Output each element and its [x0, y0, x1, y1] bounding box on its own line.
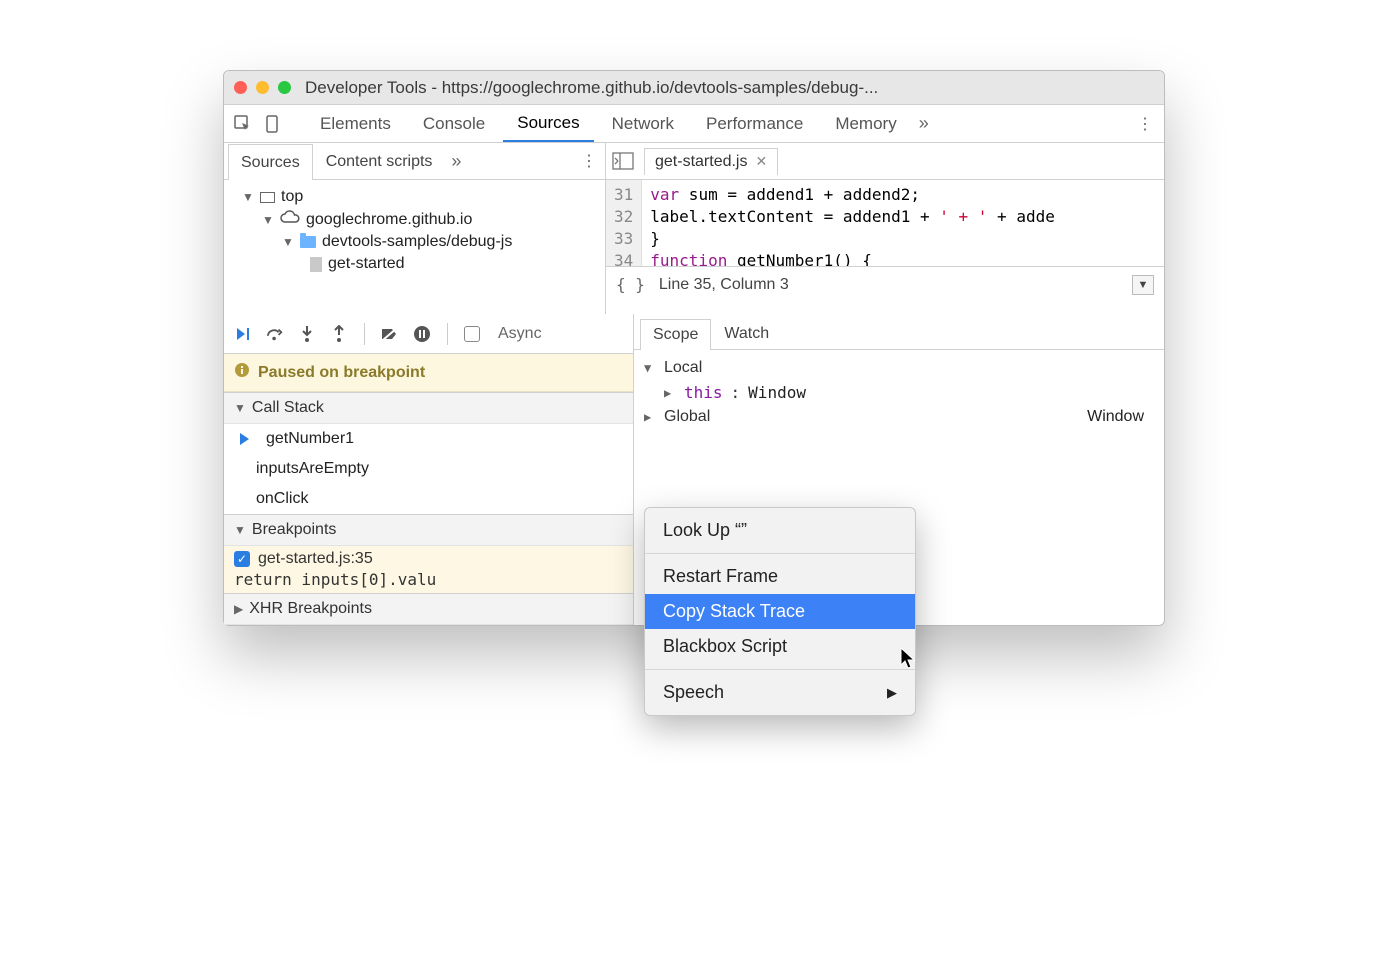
scope-global[interactable]: ▶Global Window: [644, 405, 1154, 429]
tab-scope[interactable]: Scope: [640, 319, 711, 350]
sources-header-row: Sources Content scripts » ⋮ get-started.…: [224, 143, 1164, 180]
toggle-navigator-icon[interactable]: [612, 152, 634, 170]
step-out-icon[interactable]: [330, 325, 348, 343]
tab-console[interactable]: Console: [409, 105, 499, 142]
status-dropdown-icon[interactable]: ▼: [1132, 275, 1154, 295]
scope-watch-tabs: Scope Watch: [634, 314, 1164, 350]
pretty-print-icon[interactable]: { }: [616, 275, 645, 294]
breakpoint-item[interactable]: ✓ get-started.js:35 return inputs[0].valu: [224, 546, 633, 593]
cursor-icon: [900, 647, 918, 671]
navigator-overflow-icon[interactable]: »: [445, 151, 467, 172]
tabs-overflow-icon[interactable]: »: [919, 113, 929, 134]
window-controls: [234, 81, 291, 94]
tab-network[interactable]: Network: [598, 105, 688, 142]
editor-status-bar: { } Line 35, Column 3 ▼: [606, 266, 1164, 302]
editor-tabs: get-started.js ✕: [606, 143, 1164, 179]
stack-frame[interactable]: onClick: [224, 484, 633, 514]
cursor-position: Line 35, Column 3: [659, 276, 789, 294]
kebab-icon[interactable]: ⋮: [1132, 111, 1158, 137]
main-tabs: Elements Console Sources Network Perform…: [224, 105, 1164, 143]
ctx-copy-stack-trace[interactable]: Copy Stack Trace: [645, 594, 915, 629]
pause-message: Paused on breakpoint: [258, 364, 425, 382]
scope-this[interactable]: ▶this: Window: [644, 380, 1154, 405]
folder-icon: [300, 236, 316, 248]
async-checkbox[interactable]: [464, 326, 480, 342]
tree-folder[interactable]: ▼devtools-samples/debug-js: [232, 231, 605, 253]
ctx-blackbox-script[interactable]: Blackbox Script: [645, 629, 915, 664]
cloud-icon: [280, 210, 300, 229]
pause-exceptions-icon[interactable]: [413, 325, 431, 343]
scope-local[interactable]: ▼Local: [644, 356, 1154, 380]
code-content: var sum = addend1 + addend2; label.textC…: [642, 180, 1063, 266]
close-icon[interactable]: [234, 81, 247, 94]
tree-file[interactable]: get-started: [232, 253, 605, 275]
step-over-icon[interactable]: [266, 325, 284, 343]
tab-performance[interactable]: Performance: [692, 105, 817, 142]
sources-body: ▼top ▼googlechrome.github.io ▼devtools-s…: [224, 180, 1164, 314]
close-tab-icon[interactable]: ✕: [755, 153, 767, 170]
pause-banner: Paused on breakpoint: [224, 354, 633, 392]
titlebar: Developer Tools - https://googlechrome.g…: [224, 71, 1164, 105]
inspect-icon[interactable]: [230, 111, 256, 137]
gutter: 31 32 33 34: [606, 180, 642, 266]
code-editor[interactable]: 31 32 33 34 var sum = addend1 + addend2;…: [606, 180, 1164, 266]
file-icon: [310, 257, 322, 272]
file-tree: ▼top ▼googlechrome.github.io ▼devtools-s…: [224, 180, 605, 314]
minimize-icon[interactable]: [256, 81, 269, 94]
section-xhr-breakpoints[interactable]: ▶XHR Breakpoints: [224, 593, 633, 625]
ctx-speech[interactable]: Speech▶: [645, 675, 915, 710]
tab-elements[interactable]: Elements: [306, 105, 405, 142]
ctx-separator: [645, 553, 915, 554]
window-title: Developer Tools - https://googlechrome.g…: [305, 78, 878, 98]
editor-tab[interactable]: get-started.js ✕: [644, 148, 778, 175]
tab-watch[interactable]: Watch: [711, 318, 782, 349]
navigator-tabs: Sources Content scripts » ⋮: [224, 143, 605, 179]
maximize-icon[interactable]: [278, 81, 291, 94]
editor-tab-label: get-started.js: [655, 153, 747, 171]
deactivate-breakpoints-icon[interactable]: [381, 325, 399, 343]
context-menu: Look Up “” Restart Frame Copy Stack Trac…: [644, 507, 916, 716]
tab-memory[interactable]: Memory: [821, 105, 910, 142]
devtools-window: Developer Tools - https://googlechrome.g…: [223, 70, 1165, 626]
ctx-look-up[interactable]: Look Up “”: [645, 513, 915, 548]
tab-sources[interactable]: Sources: [503, 105, 593, 142]
breakpoint-checkbox[interactable]: ✓: [234, 551, 250, 567]
section-call-stack[interactable]: ▼Call Stack: [224, 392, 633, 424]
navigator-kebab-icon[interactable]: ⋮: [581, 151, 597, 171]
device-icon[interactable]: [260, 111, 286, 137]
tree-host[interactable]: ▼googlechrome.github.io: [232, 208, 605, 231]
ctx-separator: [645, 669, 915, 670]
navigator-tab-sources[interactable]: Sources: [228, 144, 313, 180]
step-into-icon[interactable]: [298, 325, 316, 343]
breakpoint-code: return inputs[0].valu: [234, 570, 623, 589]
scope-panel: ▼Local ▶this: Window ▶Global Window: [634, 350, 1164, 435]
ctx-restart-frame[interactable]: Restart Frame: [645, 559, 915, 594]
tree-top[interactable]: ▼top: [232, 186, 605, 208]
debugger-toolbar: Async: [224, 314, 633, 354]
info-icon: [234, 362, 250, 383]
section-breakpoints[interactable]: ▼Breakpoints: [224, 514, 633, 546]
navigator-tab-content-scripts[interactable]: Content scripts: [313, 143, 446, 179]
stack-frame[interactable]: inputsAreEmpty: [224, 454, 633, 484]
stack-frame[interactable]: getNumber1: [224, 424, 633, 454]
resume-icon[interactable]: [234, 325, 252, 343]
frame-icon: [260, 192, 275, 203]
breakpoint-label: get-started.js:35: [258, 550, 373, 568]
submenu-arrow-icon: ▶: [887, 685, 897, 701]
async-label: Async: [498, 325, 542, 343]
